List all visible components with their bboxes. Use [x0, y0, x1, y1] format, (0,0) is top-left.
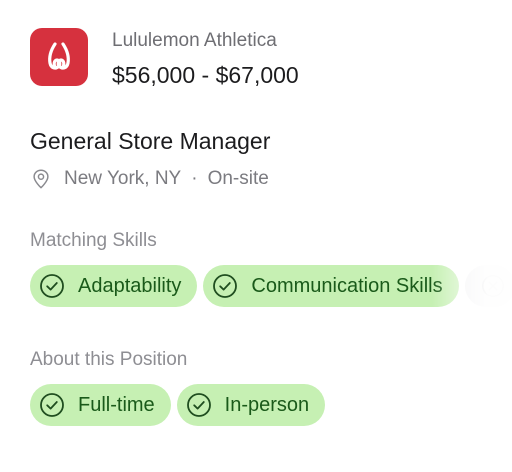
- company-info: Lululemon Athletica $56,000 - $67,000: [112, 30, 299, 88]
- position-chip-label: In-person: [224, 393, 310, 416]
- company-name: Lululemon Athletica: [112, 30, 277, 51]
- salary-range: $56,000 - $67,000: [112, 62, 299, 88]
- about-position-chips: Full-time In-person: [30, 384, 326, 426]
- close-circle-icon: [480, 273, 506, 299]
- job-location: New York, NY: [64, 168, 182, 189]
- about-position-label: About this Position: [30, 349, 188, 370]
- check-circle-icon: [185, 391, 213, 419]
- position-chip-label: Full-time: [78, 393, 155, 416]
- company-header: Lululemon Athletica $56,000 - $67,000: [30, 28, 299, 88]
- position-chip[interactable]: In-person: [176, 384, 326, 426]
- check-circle-icon: [38, 272, 66, 300]
- work-mode: On-site: [207, 168, 269, 189]
- separator-dot: ·: [191, 168, 198, 189]
- job-card[interactable]: Lululemon Athletica $56,000 - $67,000 Ge…: [0, 0, 512, 472]
- skill-chip[interactable]: Communication Skills: [203, 265, 459, 307]
- check-circle-icon: [38, 391, 66, 419]
- overflow-skill-chip[interactable]: [464, 265, 512, 307]
- position-chip[interactable]: Full-time: [30, 384, 171, 426]
- skill-chip-label: Communication Skills: [251, 274, 443, 297]
- location-row: New York, NY · On-site: [30, 167, 269, 191]
- job-title: General Store Manager: [30, 128, 271, 154]
- check-circle-icon: [211, 272, 239, 300]
- skill-chip[interactable]: Adaptability: [30, 265, 198, 307]
- skill-chip-label: Adaptability: [78, 274, 182, 297]
- location-pin-icon: [30, 168, 52, 190]
- matching-skills-chips: Adaptability Communication Skills: [30, 265, 512, 307]
- matching-skills-label: Matching Skills: [30, 230, 157, 251]
- lululemon-logo-icon: [30, 28, 88, 86]
